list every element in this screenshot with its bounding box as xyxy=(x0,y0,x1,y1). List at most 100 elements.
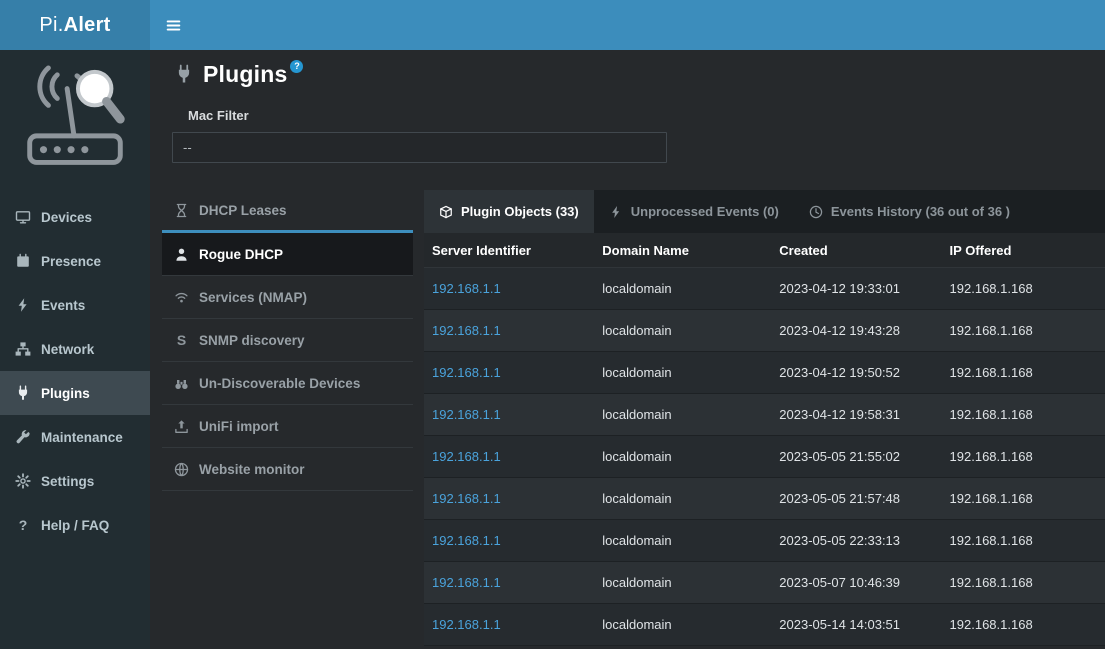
cell-created: 2023-05-05 21:55:02 xyxy=(771,436,941,478)
cell-domain-name: localdomain xyxy=(594,352,771,394)
cell-domain-name: localdomain xyxy=(594,394,771,436)
server-identifier-link[interactable]: 192.168.1.1 xyxy=(432,281,501,296)
plugin-nav-item-dhcp-leases[interactable]: DHCP Leases xyxy=(162,190,413,233)
plugin-nav-item-label: SNMP discovery xyxy=(199,333,305,348)
cell-server-identifier: 192.168.1.1 xyxy=(424,394,594,436)
tab-label: Unprocessed Events (0) xyxy=(631,204,779,219)
cell-ip-offered: 192.168.1.168 xyxy=(942,436,1105,478)
plugin-nav-item-label: Website monitor xyxy=(199,462,305,477)
brand[interactable]: Pi.Alert xyxy=(0,0,150,50)
plugin-nav-item-un-discoverable-devices[interactable]: Un-Discoverable Devices xyxy=(162,362,413,405)
sidebar-item-label: Help / FAQ xyxy=(41,518,109,533)
pialert-logo-art xyxy=(0,50,150,195)
page-title: Plugins xyxy=(203,61,287,88)
sidebar-item-presence[interactable]: Presence xyxy=(0,239,150,283)
sidebar-item-label: Maintenance xyxy=(41,430,123,445)
cell-domain-name: localdomain xyxy=(594,436,771,478)
table-row: 192.168.1.1localdomain2023-05-05 21:57:4… xyxy=(424,478,1105,520)
box-icon xyxy=(439,205,453,219)
sidebar-menu: Devices Presence Events Network Plugins Maint… xyxy=(0,195,150,547)
page-title-row: Plugins ? xyxy=(174,58,1105,90)
table-row: 192.168.1.1 localdomain2023-04-12 19:33:0… xyxy=(424,268,1105,310)
plugin-nav-item-label: Rogue DHCP xyxy=(199,247,283,262)
sidebar-item-label: Devices xyxy=(41,210,92,225)
sidebar-toggle-button[interactable] xyxy=(165,17,182,34)
sidebar-item-settings[interactable]: Settings xyxy=(0,459,150,503)
plugin-nav-item-rogue-dhcp[interactable]: Rogue DHCP xyxy=(162,233,413,276)
upload-icon xyxy=(174,419,189,434)
mac-filter-value: -- xyxy=(183,140,192,155)
tab-label: Events History (36 out of 36 ) xyxy=(831,204,1010,219)
table-row: 192.168.1.1 localdomain2023-04-12 19:50:5… xyxy=(424,352,1105,394)
sidebar-item-events[interactable]: Events xyxy=(0,283,150,327)
topnav xyxy=(150,0,1105,50)
server-identifier-link[interactable]: 192.168.1.1 xyxy=(432,491,501,506)
cell-ip-offered: 192.168.1.168 xyxy=(942,520,1105,562)
cell-ip-offered: 192.168.1.168 xyxy=(942,394,1105,436)
sidebar-item-label: Presence xyxy=(41,254,101,269)
sidebar-item-maintenance[interactable]: Maintenance xyxy=(0,415,150,459)
server-identifier-link[interactable]: 192.168.1.1 xyxy=(432,617,501,632)
table-header-row: Server IdentifierDomain NameCreatedIP Of… xyxy=(424,233,1105,268)
server-identifier-link[interactable]: 192.168.1.1 xyxy=(432,365,501,380)
cell-ip-offered: 192.168.1.168 xyxy=(942,478,1105,520)
cell-server-identifier: 192.168.1.1 xyxy=(424,562,594,604)
cell-server-identifier: 192.168.1.1 xyxy=(424,352,594,394)
tab-label: Plugin Objects (33) xyxy=(461,204,579,219)
brand-prefix: Pi. xyxy=(39,14,63,37)
server-identifier-link[interactable]: 192.168.1.1 xyxy=(432,407,501,422)
plugin-objects-table: Server IdentifierDomain NameCreatedIP Of… xyxy=(424,233,1105,646)
plugin-nav-item-label: UniFi import xyxy=(199,419,279,434)
cell-server-identifier: 192.168.1.1 xyxy=(424,310,594,352)
sidebar-item-label: Settings xyxy=(41,474,94,489)
sidebar-item-devices[interactable]: Devices xyxy=(0,195,150,239)
tab-plugin-objects-33[interactable]: Plugin Objects (33) xyxy=(424,190,594,233)
snmp-icon: S xyxy=(174,333,189,348)
cell-server-identifier: 192.168.1.1 xyxy=(424,520,594,562)
server-identifier-link[interactable]: 192.168.1.1 xyxy=(432,533,501,548)
plugin-nav-item-snmp-discovery[interactable]: S SNMP discovery xyxy=(162,319,413,362)
sidebar-item-help-faq[interactable]: ?Help / FAQ xyxy=(0,503,150,547)
server-identifier-link[interactable]: 192.168.1.1 xyxy=(432,575,501,590)
cell-created: 2023-05-14 14:03:51 xyxy=(771,604,941,646)
cell-domain-name: localdomain xyxy=(594,604,771,646)
plugin-nav-item-unifi-import[interactable]: UniFi import xyxy=(162,405,413,448)
globe-icon xyxy=(174,462,189,477)
plugin-nav-item-label: Un-Discoverable Devices xyxy=(199,376,360,391)
plugin-nav-item-website-monitor[interactable]: Website monitor xyxy=(162,448,413,491)
cell-ip-offered: 192.168.1.168 xyxy=(942,268,1105,310)
sitemap-icon xyxy=(15,341,31,357)
cell-server-identifier: 192.168.1.1 xyxy=(424,604,594,646)
cell-created: 2023-04-12 19:33:01 xyxy=(771,268,941,310)
cell-server-identifier: 192.168.1.1 xyxy=(424,268,594,310)
help-badge[interactable]: ? xyxy=(290,60,303,73)
plugin-nav-item-services-nmap[interactable]: Services (NMAP) xyxy=(162,276,413,319)
calendar-icon xyxy=(15,253,31,269)
tab-unprocessed-events-0[interactable]: Unprocessed Events (0) xyxy=(594,190,794,233)
cell-created: 2023-05-05 22:33:13 xyxy=(771,520,941,562)
cell-ip-offered: 192.168.1.168 xyxy=(942,352,1105,394)
server-identifier-link[interactable]: 192.168.1.1 xyxy=(432,323,501,338)
sidebar-item-label: Events xyxy=(41,298,85,313)
table-row: 192.168.1.1localdomain2023-04-12 19:58:3… xyxy=(424,394,1105,436)
hamburger-icon xyxy=(165,17,182,34)
cell-created: 2023-04-12 19:50:52 xyxy=(771,352,941,394)
cell-domain-name: localdomain xyxy=(594,268,771,310)
tab-events-history-36-out-of-36[interactable]: Events History (36 out of 36 ) xyxy=(794,190,1025,233)
sidebar-item-plugins[interactable]: Plugins xyxy=(0,371,150,415)
sidebar-item-label: Plugins xyxy=(41,386,90,401)
server-identifier-link[interactable]: 192.168.1.1 xyxy=(432,449,501,464)
column-header-created: Created xyxy=(771,233,941,268)
clock-icon xyxy=(809,205,823,219)
plugin-main: Plugin Objects (33) Unprocessed Events (0… xyxy=(424,190,1105,646)
column-header-domain-name: Domain Name xyxy=(594,233,771,268)
main-content: Plugins ? Mac Filter -- DHCP LeasesRogue… xyxy=(150,50,1105,649)
plugin-nav-item-label: Services (NMAP) xyxy=(199,290,307,305)
bolt-icon xyxy=(15,297,31,313)
user-secret-icon xyxy=(174,247,189,262)
mac-filter-select[interactable]: -- xyxy=(172,132,667,163)
sidebar-item-label: Network xyxy=(41,342,94,357)
tab-bar: Plugin Objects (33) Unprocessed Events (0… xyxy=(424,190,1105,233)
hourglass-icon xyxy=(174,203,189,218)
sidebar-item-network[interactable]: Network xyxy=(0,327,150,371)
